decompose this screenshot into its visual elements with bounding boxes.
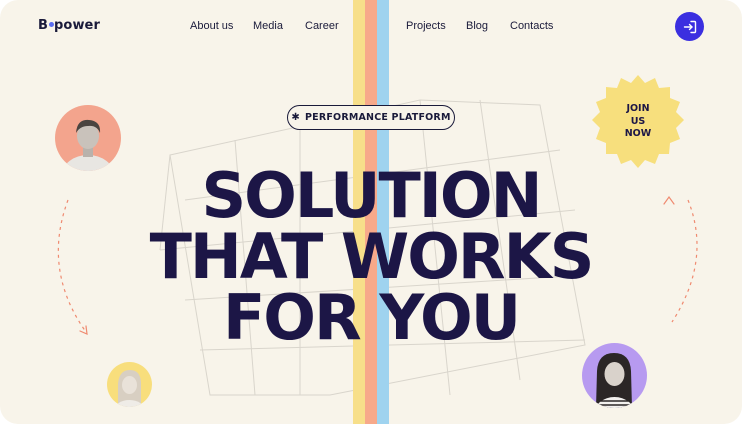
sticker-line-3: NOW — [624, 128, 652, 140]
performance-platform-badge: ✱ PERFORMANCE PLATFORM — [287, 105, 455, 130]
sticker-line-2: US — [630, 115, 646, 127]
sticker-line-1: JOIN — [626, 103, 650, 115]
landing-page: Bpower About us Media Career Projects Bl… — [0, 0, 742, 424]
brand-logo[interactable]: Bpower — [38, 18, 100, 33]
nav-link-media[interactable]: Media — [253, 20, 283, 32]
headline-line-2: THAT WORKS — [149, 220, 595, 293]
join-us-sticker[interactable]: JOIN US NOW — [589, 73, 687, 171]
login-arrow-icon — [683, 20, 696, 33]
asterisk-icon: ✱ — [291, 111, 300, 123]
badge-label: PERFORMANCE PLATFORM — [304, 112, 451, 123]
nav-link-contacts[interactable]: Contacts — [510, 20, 553, 32]
avatar-woman-blonde — [107, 362, 152, 407]
avatar-man — [55, 105, 121, 171]
headline-line-1: SOLUTION — [201, 159, 543, 232]
logo-prefix: B — [38, 18, 49, 33]
nav-link-blog[interactable]: Blog — [466, 20, 488, 32]
logo-suffix: power — [54, 18, 100, 33]
nav-link-career[interactable]: Career — [305, 20, 339, 32]
headline-line-3: FOR YOU — [222, 281, 521, 354]
nav-link-about[interactable]: About us — [190, 20, 233, 32]
avatar-woman-dark — [582, 343, 647, 408]
nav-link-projects[interactable]: Projects — [406, 20, 446, 32]
login-button[interactable] — [675, 12, 704, 41]
